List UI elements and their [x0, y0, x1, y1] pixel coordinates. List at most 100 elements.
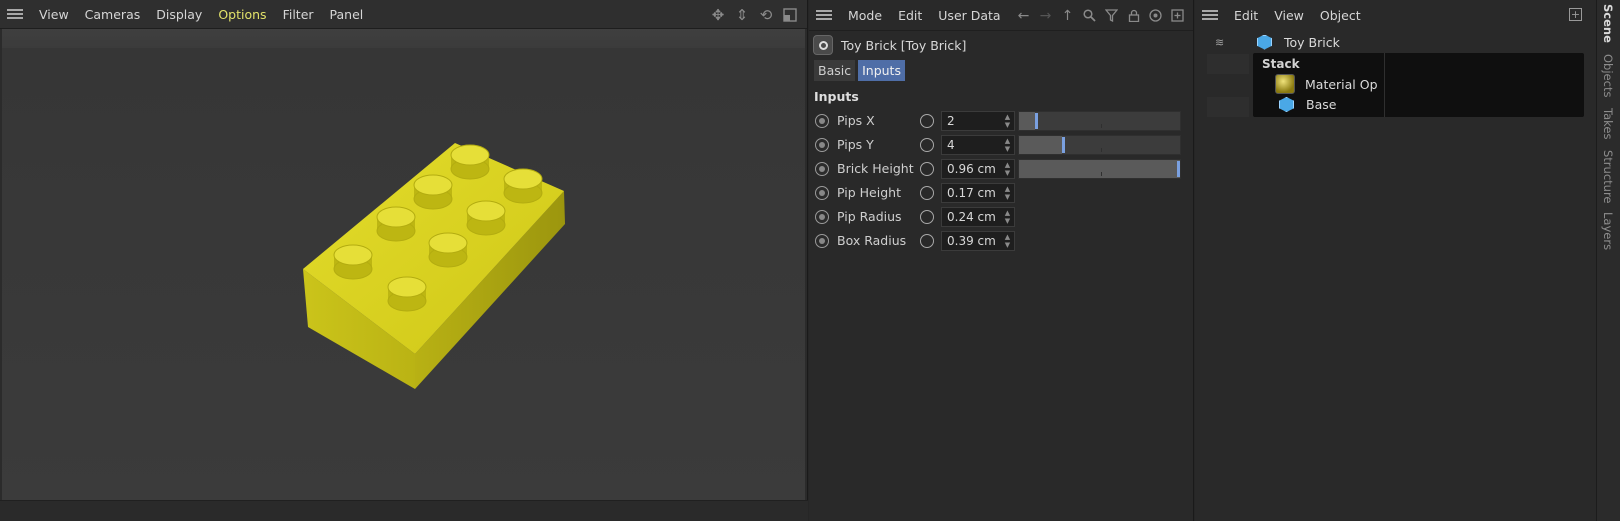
slider-tick — [1101, 148, 1102, 152]
param-row[interactable]: Pips Y 4 ▲ ▼ — [814, 135, 1194, 155]
param-value[interactable]: 0.96 cm — [947, 162, 996, 176]
object-row-toy-brick[interactable]: ≋ Toy Brick — [1195, 32, 1596, 52]
spinner-arrows-icon[interactable]: ▲ ▼ — [1004, 185, 1011, 201]
attribute-manager: Mode Edit User Data ← → ↑ Toy Brick [Toy… — [809, 0, 1194, 521]
param-value[interactable]: 2 — [947, 114, 955, 128]
viewport-canvas[interactable] — [2, 29, 805, 500]
hamburger-menu-icon[interactable] — [816, 9, 832, 21]
side-tab-objects[interactable]: Objects — [1601, 54, 1615, 97]
param-row[interactable]: Pip Height 0.17 cm ▲ ▼ — [814, 183, 1194, 203]
menu-view[interactable]: View — [31, 7, 77, 22]
param-value-field[interactable]: 4 ▲ ▼ — [941, 135, 1015, 155]
side-tab-layers[interactable]: Layers — [1601, 212, 1615, 250]
zoom-view-icon[interactable]: ⇕ — [733, 6, 751, 24]
param-value[interactable]: 0.39 cm — [947, 234, 996, 248]
menu-edit[interactable]: Edit — [1226, 8, 1266, 23]
keyframe-circle-icon[interactable] — [920, 138, 934, 152]
rotate-view-icon[interactable]: ⟲ — [757, 6, 775, 24]
param-enable-radio-icon[interactable] — [815, 186, 829, 200]
toy-brick-render[interactable] — [2, 29, 805, 500]
new-panel-icon[interactable]: + — [1569, 8, 1582, 21]
keyframe-circle-icon[interactable] — [920, 234, 934, 248]
param-value[interactable]: 4 — [947, 138, 955, 152]
new-panel-icon[interactable] — [1169, 7, 1186, 24]
object-title: Toy Brick [Toy Brick] — [813, 34, 966, 56]
tab-inputs[interactable]: Inputs — [858, 60, 905, 81]
stack-item-material-op[interactable]: Material Op — [1275, 74, 1378, 94]
side-tab-takes[interactable]: Takes — [1601, 108, 1615, 140]
param-row[interactable]: Pip Radius 0.24 cm ▲ ▼ — [814, 207, 1194, 227]
param-value-field[interactable]: 0.96 cm ▲ ▼ — [941, 159, 1015, 179]
param-label: Pips Y — [837, 137, 874, 152]
spinner-arrows-icon[interactable]: ▲ ▼ — [1004, 113, 1011, 129]
param-enable-radio-icon[interactable] — [815, 210, 829, 224]
menu-object[interactable]: Object — [1312, 8, 1369, 23]
forward-arrow-icon[interactable]: → — [1037, 7, 1054, 24]
spinner-arrows-icon[interactable]: ▲ ▼ — [1004, 137, 1011, 153]
keyframe-circle-icon[interactable] — [920, 114, 934, 128]
lock-icon[interactable] — [1125, 7, 1142, 24]
side-tab-structure[interactable]: Structure — [1601, 150, 1615, 204]
param-row[interactable]: Box Radius 0.39 cm ▲ ▼ — [814, 231, 1194, 251]
param-row[interactable]: Pips X 2 ▲ ▼ — [814, 111, 1194, 131]
keyframe-circle-icon[interactable] — [920, 210, 934, 224]
menu-mode[interactable]: Mode — [840, 8, 890, 23]
param-label: Box Radius — [837, 233, 907, 248]
up-arrow-icon[interactable]: ↑ — [1059, 7, 1076, 24]
hamburger-menu-icon[interactable] — [1202, 10, 1218, 21]
param-value-field[interactable]: 0.39 cm ▲ ▼ — [941, 231, 1015, 251]
menu-display[interactable]: Display — [148, 7, 210, 22]
param-value-field[interactable]: 2 ▲ ▼ — [941, 111, 1015, 131]
cube-icon — [1257, 34, 1272, 50]
param-slider[interactable] — [1018, 159, 1181, 179]
spinner-arrows-icon[interactable]: ▲ ▼ — [1004, 233, 1011, 249]
toggle-layout-icon[interactable] — [781, 6, 799, 24]
param-value-field[interactable]: 0.24 cm ▲ ▼ — [941, 207, 1015, 227]
tab-basic[interactable]: Basic — [814, 60, 856, 81]
menu-filter[interactable]: Filter — [275, 7, 322, 22]
filter-icon[interactable] — [1103, 7, 1120, 24]
slider-handle[interactable] — [1062, 137, 1065, 153]
spinner-arrows-icon[interactable]: ▲ ▼ — [1004, 161, 1011, 177]
param-slider[interactable] — [1018, 135, 1181, 155]
move-view-icon[interactable]: ✥ — [709, 6, 727, 24]
param-enable-radio-icon[interactable] — [815, 234, 829, 248]
column-divider[interactable] — [1384, 53, 1385, 117]
stack-item-label: Material Op — [1305, 76, 1378, 92]
menu-panel[interactable]: Panel — [322, 7, 372, 22]
param-enable-radio-icon[interactable] — [815, 114, 829, 128]
spinner-arrows-icon[interactable]: ▲ ▼ — [1004, 209, 1011, 225]
search-icon[interactable] — [1081, 7, 1098, 24]
object-title-text: Toy Brick [Toy Brick] — [841, 37, 967, 53]
param-label: Brick Height — [837, 161, 914, 176]
menu-user-data[interactable]: User Data — [930, 8, 1008, 23]
slider-tick — [1101, 172, 1102, 176]
param-enable-radio-icon[interactable] — [815, 138, 829, 152]
viewport-panel: View Cameras Display Options Filter Pane… — [0, 0, 808, 521]
menu-cameras[interactable]: Cameras — [77, 7, 149, 22]
stack-item-base[interactable]: Base — [1279, 97, 1336, 112]
target-icon[interactable] — [1147, 7, 1164, 24]
slider-handle[interactable] — [1035, 113, 1038, 129]
param-enable-radio-icon[interactable] — [815, 162, 829, 176]
back-arrow-icon[interactable]: ← — [1015, 7, 1032, 24]
side-tab-scene[interactable]: Scene — [1601, 4, 1615, 43]
param-slider[interactable] — [1018, 111, 1181, 131]
keyframe-circle-icon[interactable] — [920, 162, 934, 176]
slider-handle[interactable] — [1177, 161, 1180, 177]
layers-icon[interactable]: ≋ — [1215, 36, 1224, 49]
row-gutter — [1207, 54, 1249, 74]
slider-fill — [1019, 136, 1062, 154]
menu-options[interactable]: Options — [210, 7, 274, 22]
hamburger-menu-icon[interactable] — [7, 8, 23, 20]
keyframe-circle-icon[interactable] — [920, 186, 934, 200]
param-row[interactable]: Brick Height 0.96 cm ▲ ▼ — [814, 159, 1194, 179]
param-value[interactable]: 0.17 cm — [947, 186, 996, 200]
menu-view[interactable]: View — [1266, 8, 1312, 23]
row-gutter — [1207, 97, 1249, 117]
slider-fill — [1019, 112, 1035, 130]
param-value[interactable]: 0.24 cm — [947, 210, 996, 224]
menu-edit[interactable]: Edit — [890, 8, 930, 23]
object-name[interactable]: Toy Brick — [1284, 35, 1340, 50]
param-value-field[interactable]: 0.17 cm ▲ ▼ — [941, 183, 1015, 203]
